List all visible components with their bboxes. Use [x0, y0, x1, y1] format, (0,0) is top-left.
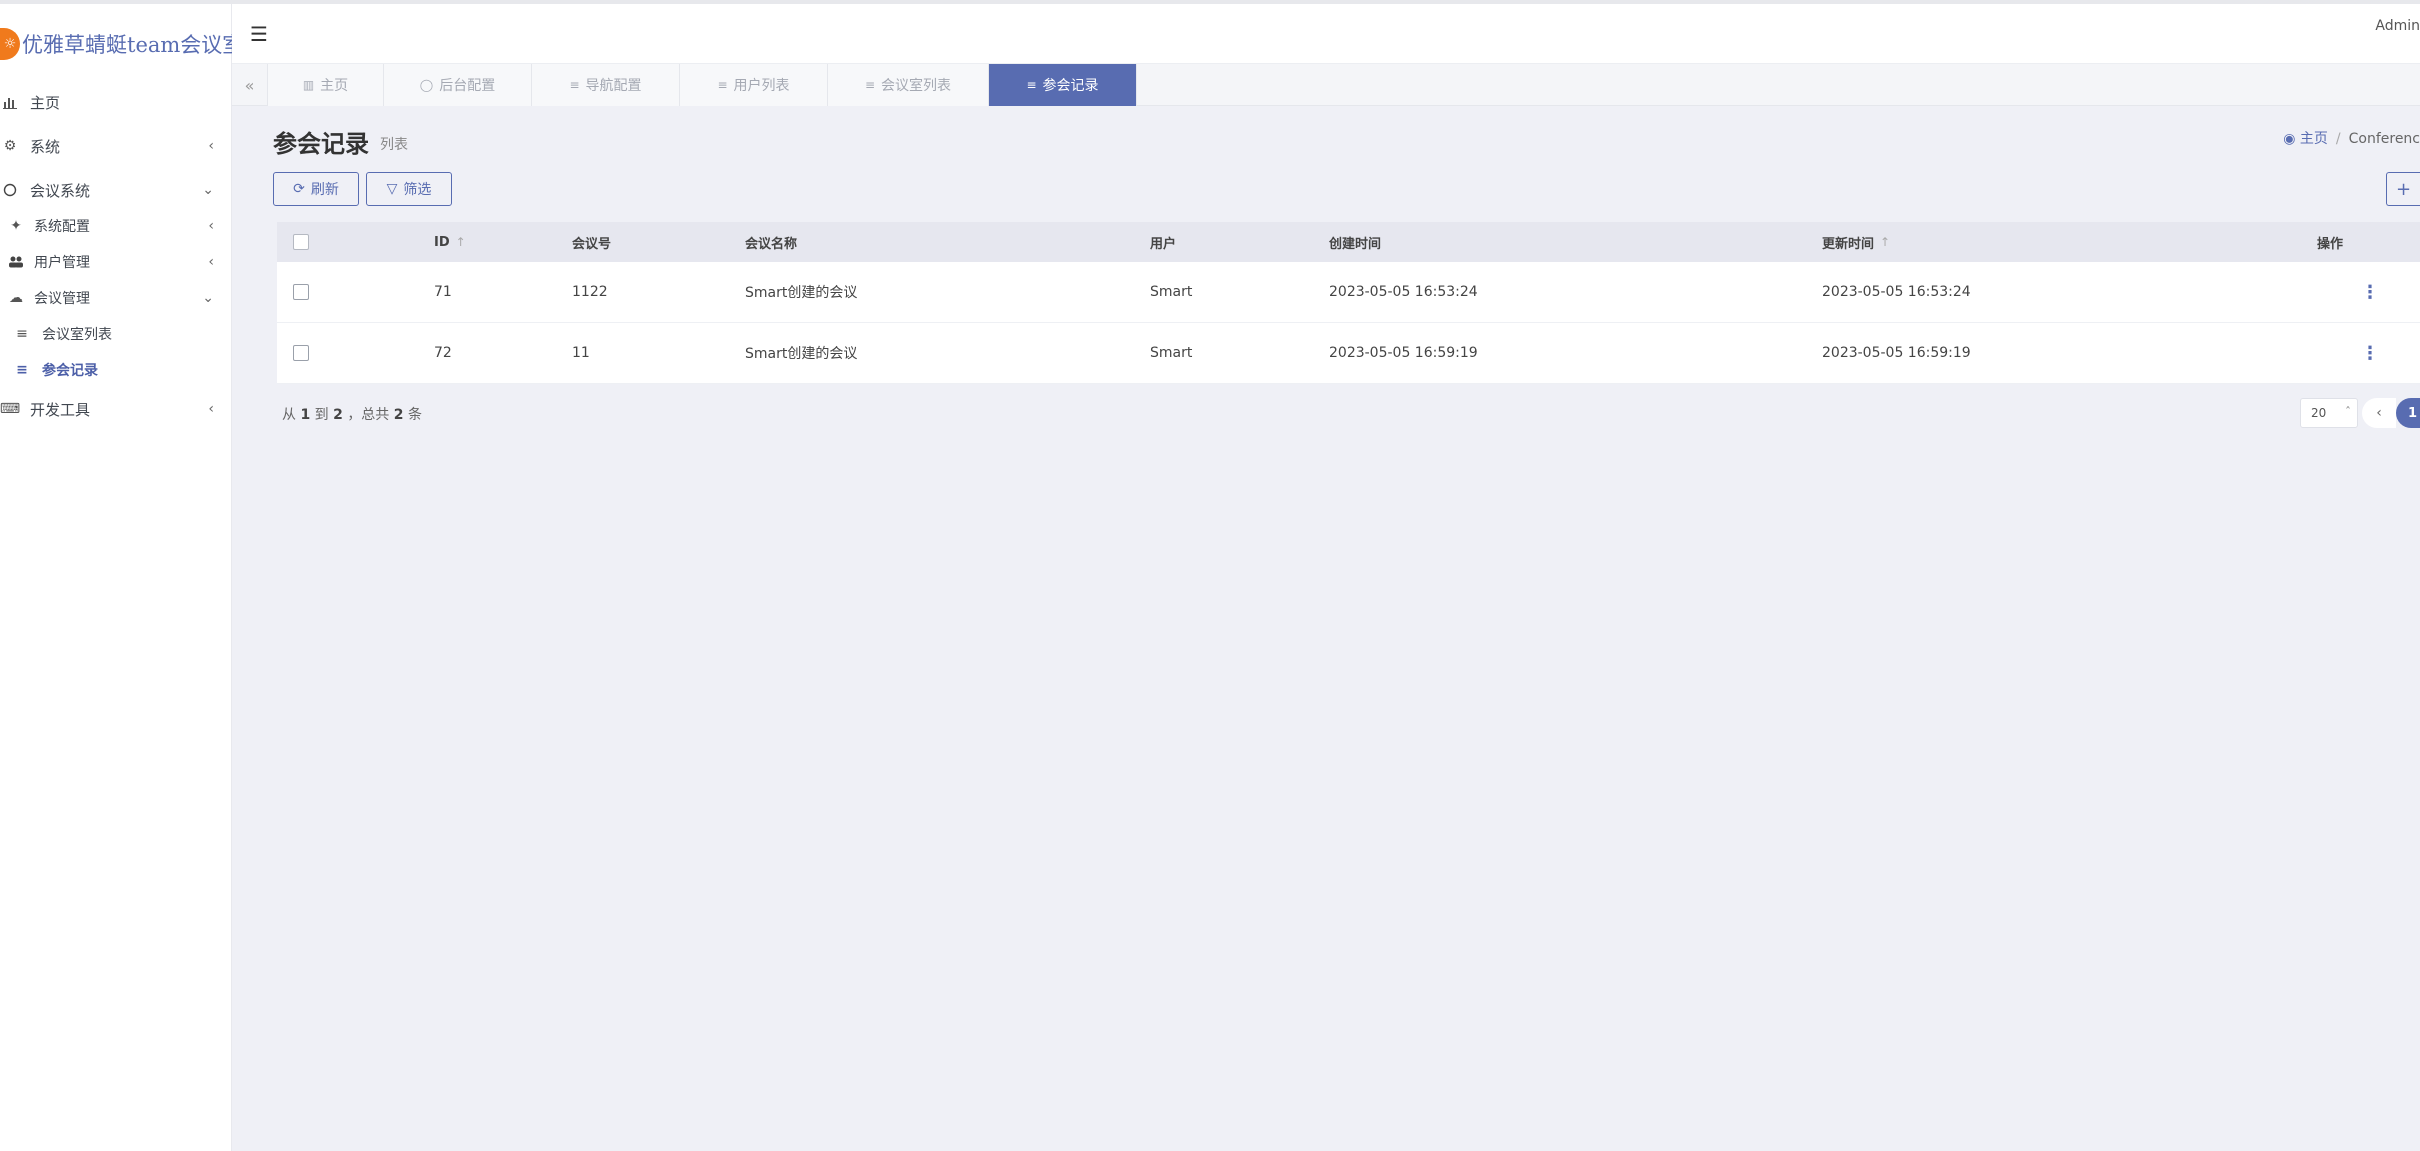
sidebar-item-conference-management[interactable]: ☁ 会议管理 ⌄ [0, 280, 232, 316]
pagination-summary: 从 1 到 2 ，总共 2 条 [282, 407, 422, 423]
tab-backend-config[interactable]: ◯ 后台配置 [384, 64, 532, 106]
cell-user: Smart [1150, 345, 1193, 361]
sidebar-item-dev-tools[interactable]: ⌨ 开发工具 ‹ [0, 391, 232, 427]
column-header-id[interactable]: ID ↑ [434, 222, 466, 262]
wrench-icon: ✦ [10, 218, 22, 234]
refresh-button[interactable]: ⟳ 刷新 [273, 172, 359, 206]
sidebar-item-conference-system[interactable]: 会议系统 ⌄ [0, 172, 232, 208]
tab-room-list[interactable]: ≡ 会议室列表 [828, 64, 989, 106]
page-number-current[interactable]: 1 [2396, 398, 2420, 428]
chevron-left-icon: ‹ [208, 138, 214, 154]
menu-toggle-icon[interactable]: ☰ [250, 22, 268, 46]
logo-icon: ☼ [0, 28, 20, 60]
cell-created-at: 2023-05-05 16:59:19 [1329, 345, 1478, 361]
sidebar-item-system-config[interactable]: ✦ 系统配置 ‹ [0, 208, 232, 244]
cell-updated-at: 2023-05-05 16:59:19 [1822, 345, 1971, 361]
bar-chart-icon [0, 95, 20, 109]
brand[interactable]: ☼ 优雅草蜻蜓team会议室 [0, 22, 243, 66]
list-icon: ≡ [864, 78, 876, 92]
select-all-checkbox[interactable] [293, 222, 309, 262]
gear-icon: ⚙ [3, 138, 17, 154]
cloud-icon: ☁ [9, 290, 23, 306]
column-header-created-at: 创建时间 [1329, 236, 1382, 252]
cell-id: 71 [434, 284, 452, 300]
cell-meeting-number: 11 [572, 345, 590, 361]
chevron-down-icon: ⌄ [202, 290, 214, 306]
list-icon: ≡ [1026, 78, 1037, 92]
tab-attendance-records[interactable]: ≡ 参会记录 [989, 64, 1137, 106]
user-menu[interactable]: Admin [2375, 18, 2420, 34]
row-actions-icon[interactable]: ⋮ [2361, 323, 2379, 383]
sidebar-item-room-list[interactable]: ≡ 会议室列表 [0, 316, 232, 352]
chevron-up-icon: ˆ [2345, 405, 2351, 419]
chevron-left-icon: ‹ [208, 254, 214, 270]
filter-button[interactable]: ▽ 筛选 [366, 172, 452, 206]
column-header-actions: 操作 [2317, 236, 2344, 252]
refresh-icon: ⟳ [293, 181, 305, 197]
tab-bar: « ▥ 主页 ◯ 后台配置 ≡ 导航配置 ≡ 用户列表 ≡ 会议室列表 ≡ 参会… [232, 64, 2420, 106]
page-subtitle: 列表 [380, 137, 408, 153]
tab-user-list[interactable]: ≡ 用户列表 [680, 64, 828, 106]
chevron-down-icon: ⌄ [202, 182, 214, 198]
circle-icon [0, 183, 20, 197]
cell-meeting-name: Smart创建的会议 [745, 346, 858, 362]
sort-icon[interactable]: ↑ [456, 235, 466, 249]
list-icon: ≡ [717, 78, 728, 92]
chevron-left-icon: ‹ [208, 401, 214, 417]
sidebar-item-attendance-records[interactable]: ≡ 参会记录 [0, 352, 232, 388]
tab-home[interactable]: ▥ 主页 [268, 64, 384, 106]
app-root: ☼ 优雅草蜻蜓team会议室 主页 ⚙ 系统 ‹ 会议系统 ⌄ ✦ 系统配置 ‹ [0, 0, 2420, 1151]
cell-meeting-name: Smart创建的会议 [745, 285, 858, 301]
users-icon [0, 256, 28, 268]
cell-created-at: 2023-05-05 16:53:24 [1329, 284, 1478, 300]
keyboard-icon: ⌨ [0, 401, 21, 417]
app-title: 优雅草蜻蜓team会议室 [22, 33, 244, 57]
create-button[interactable]: + [2386, 172, 2420, 206]
sidebar-item-home[interactable]: 主页 [0, 84, 232, 120]
tab-nav-config[interactable]: ≡ 导航配置 [532, 64, 680, 106]
column-header-user: 用户 [1150, 236, 1177, 252]
dashboard-icon: ◉ [2283, 131, 2296, 147]
list-icon: ≡ [16, 326, 28, 342]
records-table: ID ↑ 会议号 会议名称 用户 创建时间 更新时间 ↑ 操作 71 1122 Sm… [277, 222, 2420, 384]
column-header-meeting-name: 会议名称 [745, 236, 798, 252]
cell-meeting-number: 1122 [572, 284, 608, 300]
cell-id: 72 [434, 345, 452, 361]
toggle-icon: ◯ [419, 78, 434, 92]
cell-user: Smart [1150, 284, 1193, 300]
per-page-select[interactable]: 20 ˆ [2300, 398, 2358, 428]
list-icon: ≡ [569, 78, 580, 92]
main-content: 参会记录 列表 ◉ 主页 / Conferenc ⟳ 刷新 ▽ 筛选 + ID ↑ 会… [232, 106, 2420, 1151]
sidebar: ☼ 优雅草蜻蜓team会议室 主页 ⚙ 系统 ‹ 会议系统 ⌄ ✦ 系统配置 ‹ [0, 4, 243, 1151]
breadcrumb: ◉ 主页 / Conferenc [2283, 131, 2420, 147]
row-checkbox[interactable] [293, 323, 309, 383]
list-icon: ≡ [16, 362, 28, 378]
cell-updated-at: 2023-05-05 16:53:24 [1822, 284, 1971, 300]
bar-chart-icon: ▥ [302, 78, 315, 92]
sidebar-item-user-management[interactable]: 用户管理 ‹ [0, 244, 232, 280]
sort-icon[interactable]: ↑ [1880, 235, 1890, 249]
page-title: 参会记录 [273, 130, 369, 158]
sidebar-item-system[interactable]: ⚙ 系统 ‹ [0, 128, 232, 164]
column-header-meeting-number: 会议号 [572, 236, 612, 252]
table-row: 72 11 Smart创建的会议 Smart 2023-05-05 16:59:… [277, 323, 2420, 384]
row-actions-icon[interactable]: ⋮ [2361, 262, 2379, 322]
breadcrumb-home[interactable]: ◉ 主页 [2283, 131, 2328, 147]
row-checkbox[interactable] [293, 262, 309, 322]
breadcrumb-current: Conferenc [2348, 131, 2420, 147]
table-header: ID ↑ 会议号 会议名称 用户 创建时间 更新时间 ↑ 操作 [277, 222, 2420, 262]
top-navbar: ☰ Admin [232, 4, 2420, 64]
prev-page-button[interactable]: ‹ [2362, 398, 2396, 428]
double-chevron-left-icon[interactable]: « [232, 64, 268, 106]
table-row: 71 1122 Smart创建的会议 Smart 2023-05-05 16:5… [277, 262, 2420, 323]
chevron-left-icon: ‹ [208, 218, 214, 234]
filter-icon: ▽ [386, 181, 398, 197]
column-header-updated-at[interactable]: 更新时间 ↑ [1822, 222, 1890, 262]
